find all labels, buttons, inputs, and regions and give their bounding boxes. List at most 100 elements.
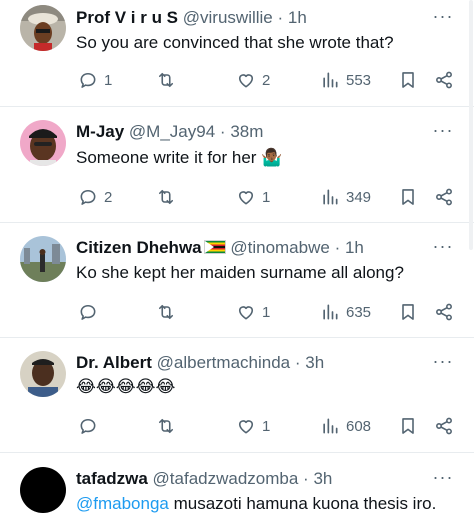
views-icon [323,304,338,320]
bookmark-icon [402,72,414,88]
like-count: 1 [262,417,271,435]
share-icon [436,417,452,435]
display-name[interactable]: M-Jay [76,122,124,141]
tweet[interactable]: Dr. Albert @albertmachinda · 3h ··· 😂😂😂😂… [0,338,474,453]
bookmark-icon [402,418,414,434]
retweet-button[interactable] [156,185,182,209]
reply-button[interactable] [78,300,104,324]
action-bar: 1 608 [76,414,460,438]
like-count: 1 [262,303,271,321]
reply-icon [80,418,96,434]
retweet-icon [158,72,174,88]
like-count: 1 [262,188,271,206]
bookmark-button[interactable] [398,414,418,438]
shrug-emoji: 🤷🏾‍♂️ [261,148,283,167]
tweet-header: M-Jay @M_Jay94 · 38m [76,121,426,143]
reply-button[interactable]: 1 [78,68,112,92]
action-bar: 1 635 [76,300,460,324]
tweet-text: @fmabonga musazoti hamuna kuona thesis i… [76,492,462,516]
tweet-text: 😂😂😂😂😂 [76,377,176,396]
tweet[interactable]: M-Jay @M_Jay94 · 38m ··· Someone write i… [0,107,474,223]
like-button[interactable]: 1 [236,414,270,438]
display-name[interactable]: Citizen Dhehwa [76,238,202,257]
retweet-button[interactable] [156,300,182,324]
views-button[interactable]: 349 [320,185,371,209]
avatar[interactable] [20,236,66,282]
tweet-header: tafadzwa @tafadzwadzomba · 3h [76,468,426,490]
tweet-header: Citizen Dhehwa @tinomabwe · 1h [76,237,426,259]
views-icon [323,418,338,434]
retweet-icon [158,304,174,320]
user-handle[interactable]: @M_Jay94 [129,122,215,141]
share-icon [436,71,452,89]
tweet[interactable]: Citizen Dhehwa @tinomabwe · 1h ··· Ko sh… [0,223,474,338]
views-button[interactable]: 608 [320,414,371,438]
display-name[interactable]: Dr. Albert [76,353,152,372]
bookmark-icon [402,189,414,205]
tweet[interactable]: Prof V i r u S @viruswillie · 1h ··· So … [0,0,474,107]
avatar[interactable] [20,120,66,166]
more-icon[interactable]: ··· [430,468,456,492]
user-handle[interactable]: @tafadzwadzomba [153,469,299,488]
timestamp[interactable]: 3h [305,353,324,372]
tweet-header: Prof V i r u S @viruswillie · 1h [76,7,426,29]
retweet-button[interactable] [156,68,182,92]
views-button[interactable]: 635 [320,300,371,324]
timestamp[interactable]: 1h [288,8,307,27]
reply-feed: Prof V i r u S @viruswillie · 1h ··· So … [0,0,474,528]
more-icon[interactable]: ··· [430,7,456,31]
share-button[interactable] [434,68,454,92]
view-count: 553 [346,71,372,89]
user-handle[interactable]: @viruswillie [183,8,273,27]
views-button[interactable]: 553 [320,68,371,92]
tweet-text: Ko she kept her maiden surname all along… [76,263,404,282]
user-handle[interactable]: @albertmachinda [157,353,291,372]
bookmark-icon [402,304,414,320]
user-handle[interactable]: @tinomabwe [230,238,329,257]
reply-button[interactable]: 2 [78,185,112,209]
like-button[interactable]: 1 [236,185,270,209]
like-icon [238,420,254,434]
more-icon[interactable]: ··· [430,352,456,376]
zimbabwe-flag-icon [203,240,226,254]
view-count: 635 [346,303,372,321]
retweet-button[interactable] [156,414,182,438]
tweet-text: So you are convinced that she wrote that… [76,33,394,52]
timestamp[interactable]: 38m [230,122,263,141]
avatar[interactable] [20,5,66,51]
action-bar: 2 1 349 [76,185,460,209]
display-name[interactable]: tafadzwa [76,469,148,488]
more-icon[interactable]: ··· [430,237,456,261]
timestamp[interactable]: 1h [345,238,364,257]
bookmark-button[interactable] [398,68,418,92]
share-button[interactable] [434,300,454,324]
like-count: 2 [262,71,271,89]
more-icon[interactable]: ··· [430,121,456,145]
mention-link[interactable]: @fmabonga [76,494,169,513]
share-button[interactable] [434,185,454,209]
share-button[interactable] [434,414,454,438]
separator-dot: · [334,238,341,257]
like-button[interactable]: 1 [236,300,270,324]
like-icon [238,74,254,88]
bookmark-button[interactable] [398,300,418,324]
tweet-header: Dr. Albert @albertmachinda · 3h [76,352,426,374]
reply-button[interactable] [78,414,104,438]
share-icon [436,188,452,206]
separator-dot: · [277,8,284,27]
avatar[interactable] [20,351,66,397]
like-button[interactable]: 2 [236,68,270,92]
display-name[interactable]: Prof V i r u S [76,8,178,27]
bookmark-button[interactable] [398,185,418,209]
retweet-icon [158,189,174,205]
timestamp[interactable]: 3h [313,469,332,488]
tweet-text: Someone write it for her 🤷🏾‍♂️ [76,146,462,170]
separator-dot: · [219,122,226,141]
reply-icon [80,72,96,88]
action-bar: 1 2 553 [76,68,460,92]
tweet[interactable]: tafadzwa @tafadzwadzomba · 3h ··· @fmabo… [0,453,474,528]
scrollbar[interactable] [469,0,473,250]
like-icon [238,191,254,205]
share-icon [436,303,452,321]
avatar[interactable] [20,467,66,513]
